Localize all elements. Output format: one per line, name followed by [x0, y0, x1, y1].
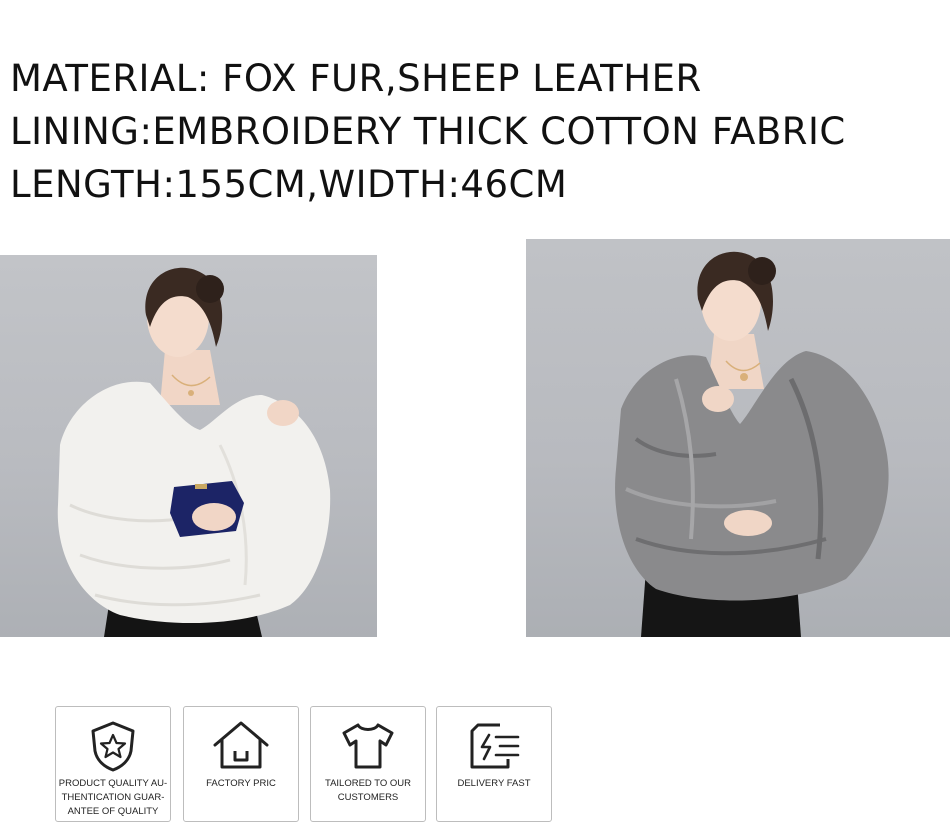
badge-quality: PRODUCT QUALITY AU-THENTICATION GUAR-ANT…: [55, 706, 171, 822]
spec-lining: LINING:EMBROIDERY THICK COTTON FABRIC: [10, 110, 846, 153]
badge-tailored: TAILORED TO OUR CUSTOMERS: [310, 706, 426, 822]
fast-delivery-icon: [470, 723, 520, 769]
badge-factory-price-label: FACTORY PRIC: [206, 778, 276, 789]
white-fox-fur-shawl-photo: [0, 255, 377, 637]
house-icon: [213, 721, 269, 769]
spec-material: MATERIAL: FOX FUR,SHEEP LEATHER: [10, 57, 702, 100]
tshirt-icon: [342, 723, 394, 769]
badge-tailored-label: TAILORED TO OUR CUSTOMERS: [324, 778, 412, 803]
badge-delivery-label: DELIVERY FAST: [457, 778, 531, 789]
badge-delivery: DELIVERY FAST: [436, 706, 552, 822]
shield-star-icon: [91, 721, 135, 772]
spec-size: LENGTH:155CM,WIDTH:46CM: [10, 163, 568, 206]
grey-fox-fur-shawl-photo: [526, 239, 950, 637]
badge-factory-price: FACTORY PRIC: [183, 706, 299, 822]
product-spec-text: MATERIAL: FOX FUR,SHEEP LEATHER LINING:E…: [10, 52, 846, 211]
white-shawl-illustration: [57, 267, 331, 637]
badge-quality-label: PRODUCT QUALITY AU-THENTICATION GUAR-ANT…: [58, 778, 168, 817]
grey-shawl-illustration: [615, 251, 889, 637]
